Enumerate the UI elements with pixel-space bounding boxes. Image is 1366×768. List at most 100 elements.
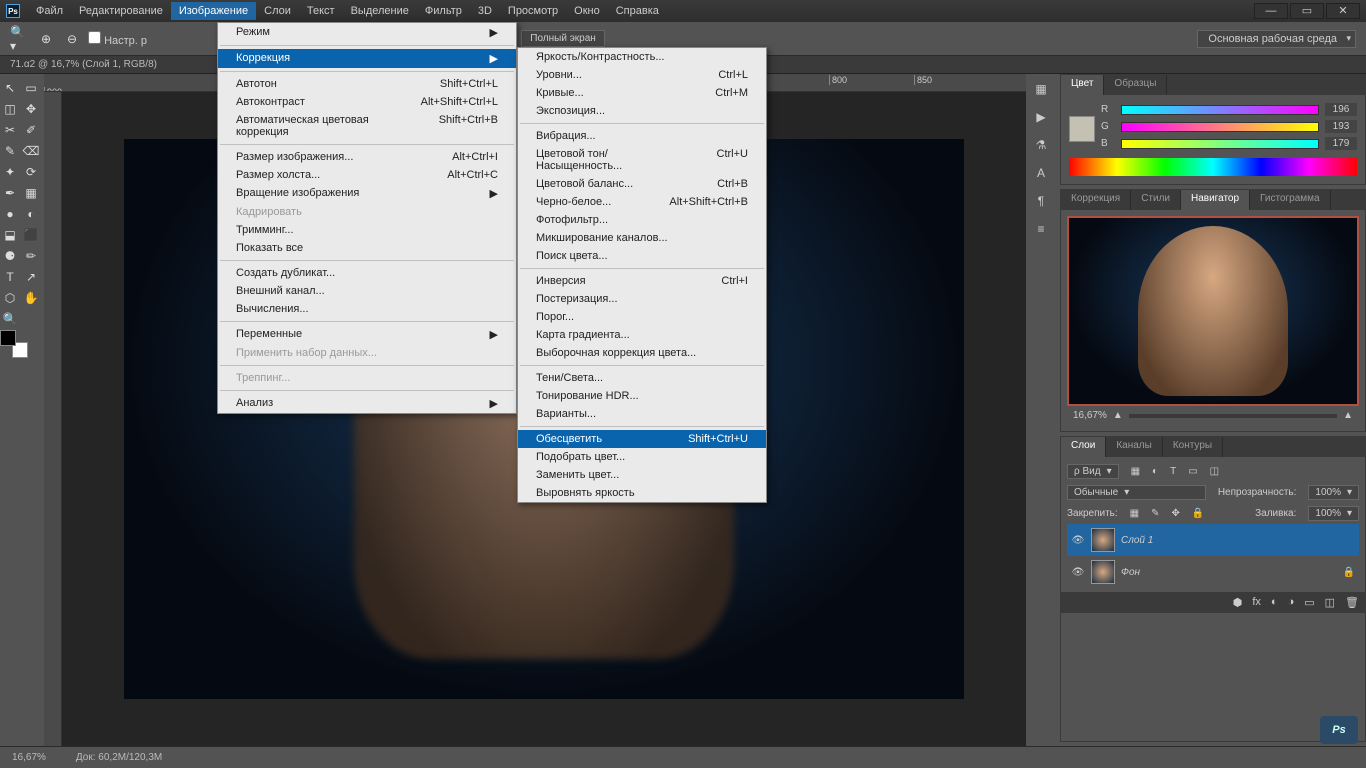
collapsed-panel-icon-1[interactable]: ▶ xyxy=(1032,108,1050,126)
layer-footer-icon-5[interactable]: ◫ xyxy=(1325,596,1335,609)
layer-footer-icon-4[interactable]: ▭ xyxy=(1304,596,1314,609)
b-value[interactable]: 179 xyxy=(1325,137,1357,150)
menu-item[interactable]: Заменить цвет... xyxy=(518,466,766,484)
tab-histogram[interactable]: Гистограмма xyxy=(1250,190,1331,210)
zoom-out-icon[interactable]: ⊖ xyxy=(62,29,82,49)
menu-редактирование[interactable]: Редактирование xyxy=(71,2,171,20)
tool-15[interactable]: ⬛ xyxy=(21,225,41,245)
tool-17[interactable]: ✏ xyxy=(21,246,41,266)
tool-6[interactable]: ✎ xyxy=(0,141,20,161)
menu-item[interactable]: Экспозиция... xyxy=(518,102,766,120)
foreground-swatch[interactable] xyxy=(0,330,16,346)
filter-smart-icon[interactable]: ◫ xyxy=(1210,466,1219,477)
image-menu-dropdown[interactable]: Режим▶ Коррекция▶ АвтотонShift+Ctrl+LАвток… xyxy=(217,22,517,414)
tab-styles[interactable]: Стили xyxy=(1131,190,1181,210)
layer-item[interactable]: 👁 Слой 1 xyxy=(1067,524,1359,556)
status-doc-size[interactable]: Док: 60,2M/120,3M xyxy=(76,752,162,763)
workspace-selector[interactable]: Основная рабочая среда xyxy=(1197,30,1356,48)
close-button[interactable]: ✕ xyxy=(1326,3,1360,19)
menu-3d[interactable]: 3D xyxy=(470,2,500,20)
menu-item[interactable]: Размер холста...Alt+Ctrl+C xyxy=(218,166,516,184)
layer-filter-kind[interactable]: ρ Вид xyxy=(1067,464,1119,479)
tool-21[interactable]: ✋ xyxy=(21,288,41,308)
tool-14[interactable]: ⬓ xyxy=(0,225,20,245)
menu-item[interactable]: Варианты... xyxy=(518,405,766,423)
lock-position-icon[interactable]: ✥ xyxy=(1172,508,1180,519)
lock-transparency-icon[interactable]: ▦ xyxy=(1130,508,1139,519)
tab-adjustments[interactable]: Коррекция xyxy=(1061,190,1131,210)
menu-изображение[interactable]: Изображение xyxy=(171,2,256,20)
tool-18[interactable]: T xyxy=(0,267,20,287)
blend-mode-select[interactable]: Обычные xyxy=(1067,485,1206,500)
collapsed-panel-icon-4[interactable]: ¶ xyxy=(1032,192,1050,210)
g-value[interactable]: 193 xyxy=(1325,120,1357,133)
layer-name[interactable]: Слой 1 xyxy=(1121,535,1153,546)
menu-окно[interactable]: Окно xyxy=(566,2,608,20)
layer-footer-icon-2[interactable]: ◐ xyxy=(1271,596,1278,609)
maximize-button[interactable]: ▭ xyxy=(1290,3,1324,19)
menu-item[interactable]: Выборочная коррекция цвета... xyxy=(518,344,766,362)
tool-1[interactable]: ▭ xyxy=(21,78,41,98)
layer-footer-icon-1[interactable]: fx xyxy=(1252,596,1261,609)
tab-layers[interactable]: Слои xyxy=(1061,437,1106,457)
zoom-icon[interactable]: 🔍▾ xyxy=(10,29,30,49)
layer-name[interactable]: Фон xyxy=(1121,567,1140,578)
filter-adjust-icon[interactable]: ◐ xyxy=(1152,466,1158,477)
navigator-zoom-value[interactable]: 16,67% xyxy=(1073,410,1107,421)
menu-item[interactable]: Автоматическая цветовая коррекцияShift+C… xyxy=(218,111,516,141)
tab-color[interactable]: Цвет xyxy=(1061,75,1104,95)
menu-item[interactable]: Постеризация... xyxy=(518,290,766,308)
layer-footer-icon-6[interactable]: 🗑 xyxy=(1345,596,1359,609)
full-screen-button[interactable]: Полный экран xyxy=(521,30,605,47)
menu-item[interactable]: Создать дубликат... xyxy=(218,264,516,282)
adjustments-submenu-dropdown[interactable]: Яркость/Контрастность...Уровни...Ctrl+LК… xyxy=(517,47,767,503)
menu-item[interactable]: Внешний канал... xyxy=(218,282,516,300)
opacity-value[interactable]: 100% xyxy=(1308,485,1359,500)
collapsed-panel-icon-3[interactable]: A xyxy=(1032,164,1050,182)
tool-13[interactable]: ◐ xyxy=(21,204,41,224)
status-zoom[interactable]: 16,67% xyxy=(12,752,46,763)
visibility-toggle-icon[interactable]: 👁 xyxy=(1071,535,1085,546)
zoom-out-small-icon[interactable]: ▲ xyxy=(1113,410,1123,421)
menu-item[interactable]: Коррекция▶ xyxy=(218,49,516,68)
tool-11[interactable]: ▦ xyxy=(21,183,41,203)
menu-item[interactable]: Вибрация... xyxy=(518,127,766,145)
menu-item[interactable]: Выровнять яркость xyxy=(518,484,766,502)
menu-item[interactable]: Тримминг... xyxy=(218,221,516,239)
filter-type-icon[interactable]: T xyxy=(1170,466,1176,477)
layer-footer-icon-0[interactable]: ⬢ xyxy=(1233,596,1243,609)
b-slider[interactable] xyxy=(1121,139,1319,149)
color-swatch-pair[interactable] xyxy=(0,330,28,358)
menu-item[interactable]: ОбесцветитьShift+Ctrl+U xyxy=(518,430,766,448)
menu-item[interactable]: Микширование каналов... xyxy=(518,229,766,247)
tool-7[interactable]: ⌫ xyxy=(21,141,41,161)
menu-item[interactable]: АвтоконтрастAlt+Shift+Ctrl+L xyxy=(218,93,516,111)
layer-thumbnail[interactable] xyxy=(1091,528,1115,552)
menu-текст[interactable]: Текст xyxy=(299,2,343,20)
menu-item[interactable]: Анализ▶ xyxy=(218,394,516,413)
menu-item[interactable]: АвтотонShift+Ctrl+L xyxy=(218,75,516,93)
menu-item[interactable]: Вращение изображения▶ xyxy=(218,184,516,203)
zoom-in-icon[interactable]: ⊕ xyxy=(36,29,56,49)
layer-thumbnail[interactable] xyxy=(1091,560,1115,584)
menu-item[interactable]: Поиск цвета... xyxy=(518,247,766,265)
layer-item[interactable]: 👁 Фон 🔒 xyxy=(1067,556,1359,588)
tool-5[interactable]: ✐ xyxy=(21,120,41,140)
menu-item[interactable]: Размер изображения...Alt+Ctrl+I xyxy=(218,148,516,166)
filter-shape-icon[interactable]: ▭ xyxy=(1188,466,1197,477)
tool-9[interactable]: ⟳ xyxy=(21,162,41,182)
collapsed-panel-icon-5[interactable]: ≡ xyxy=(1032,220,1050,238)
tool-3[interactable]: ✥ xyxy=(21,99,41,119)
tool-12[interactable]: ● xyxy=(0,204,20,224)
tool-2[interactable]: ◫ xyxy=(0,99,20,119)
menu-просмотр[interactable]: Просмотр xyxy=(500,2,566,20)
tab-navigator[interactable]: Навигатор xyxy=(1181,190,1250,210)
menu-item[interactable]: Показать все xyxy=(218,239,516,257)
menu-item[interactable]: Режим▶ xyxy=(218,23,516,42)
layer-footer-icon-3[interactable]: ◑ xyxy=(1288,596,1295,609)
menu-справка[interactable]: Справка xyxy=(608,2,667,20)
menu-item[interactable]: Вычисления... xyxy=(218,300,516,318)
resize-windows-checkbox[interactable]: Настр. р xyxy=(88,31,147,47)
tool-20[interactable]: ⬡ xyxy=(0,288,20,308)
menu-item[interactable]: Переменные▶ xyxy=(218,325,516,344)
